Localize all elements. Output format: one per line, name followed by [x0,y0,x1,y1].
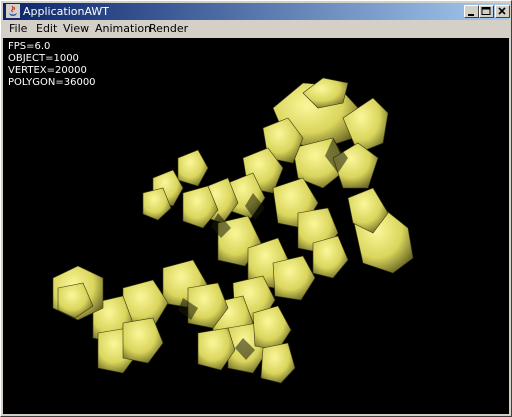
application-window: ApplicationAWT File Edit View Animation … [0,0,512,417]
menu-render[interactable]: Render [149,20,188,38]
3d-scene [52,77,414,384]
polygon-count: POLYGON=36000 [8,77,96,88]
java-app-icon [6,4,20,18]
close-button[interactable] [495,5,510,18]
render-canvas[interactable]: FPS=6.0 OBJECT=1000 VERTEX=20000 POLYGON… [3,38,509,414]
menu-bar: File Edit View Animation Render [3,20,509,38]
menu-edit[interactable]: Edit [36,20,57,38]
maximize-icon [481,7,491,15]
object-count: OBJECT=1000 [8,53,79,64]
minimize-button[interactable] [464,5,479,18]
maximize-button[interactable] [479,5,494,18]
minimize-icon [468,14,474,16]
fps-readout: FPS=6.0 [8,41,51,52]
menu-animation[interactable]: Animation [95,20,151,38]
polygon-mesh [52,77,414,384]
render-stats: FPS=6.0 OBJECT=1000 VERTEX=20000 POLYGON… [8,41,96,89]
menu-view[interactable]: View [63,20,89,38]
menu-file[interactable]: File [9,20,27,38]
close-icon [498,7,506,15]
window-title: ApplicationAWT [23,5,109,18]
vertex-count: VERTEX=20000 [8,65,87,76]
title-bar[interactable]: ApplicationAWT [3,3,510,20]
